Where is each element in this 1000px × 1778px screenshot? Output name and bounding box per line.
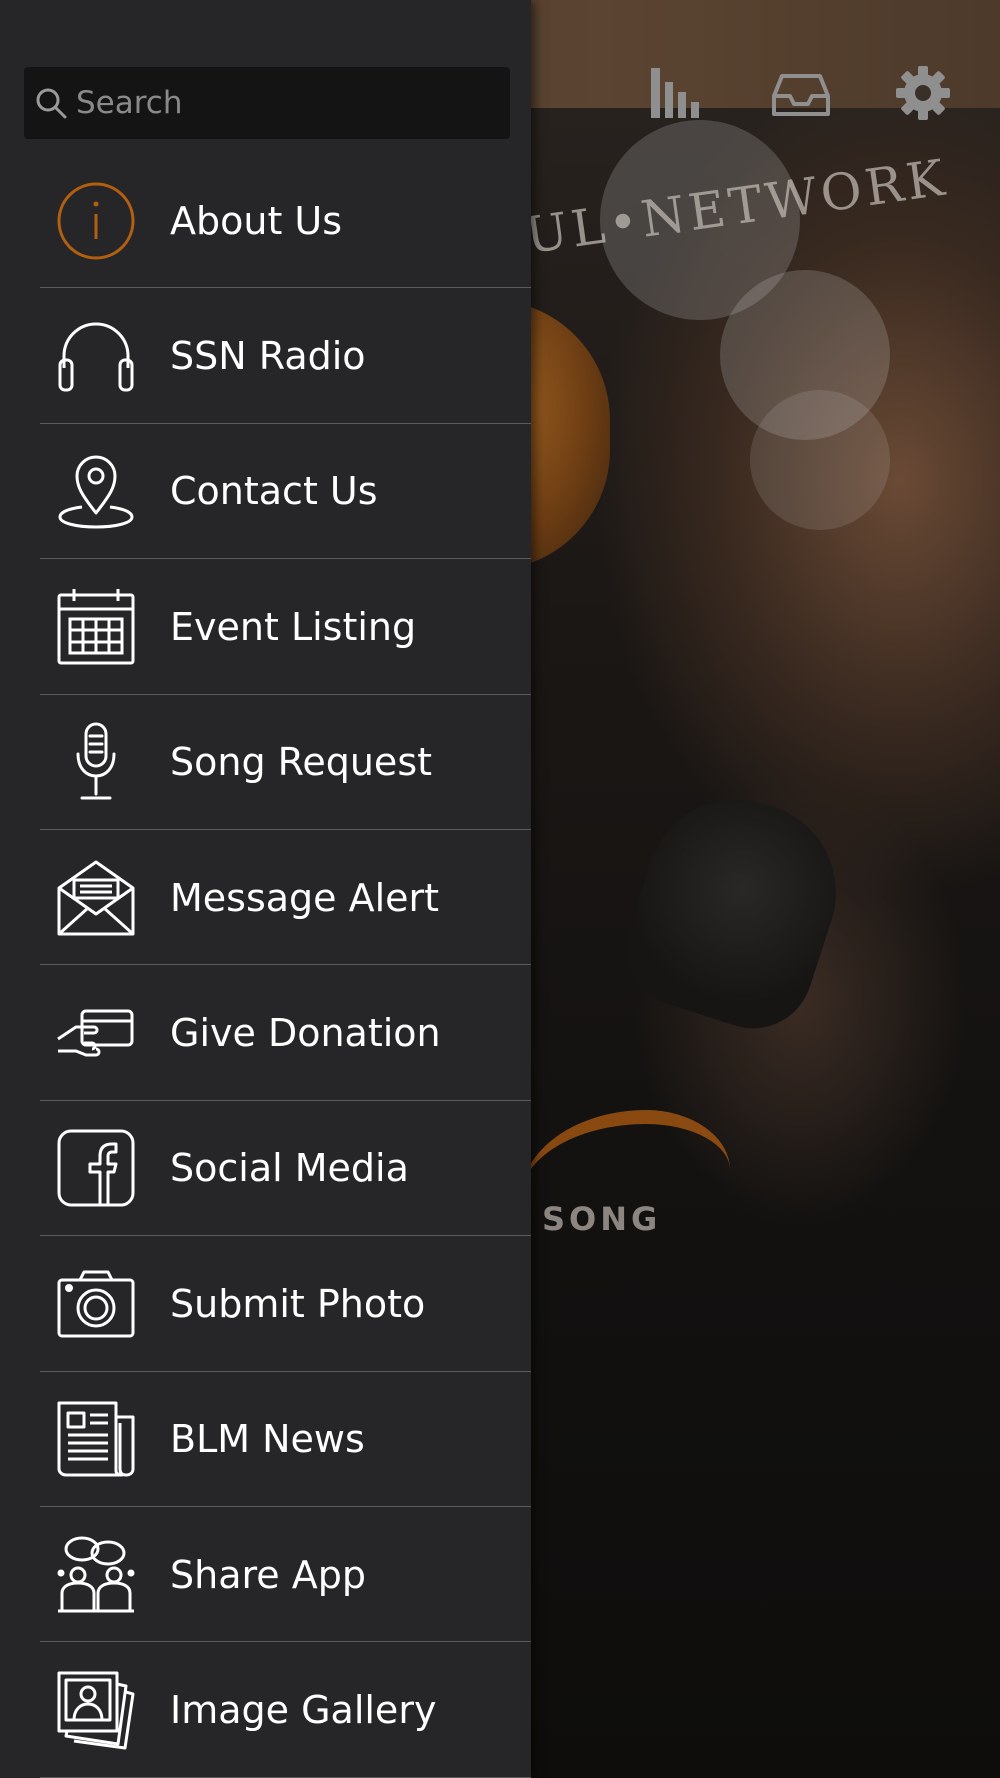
menu-item-label: Song Request	[170, 740, 433, 785]
search-input[interactable]	[76, 67, 510, 139]
calendar-icon	[56, 587, 136, 667]
menu-item-label: Message Alert	[170, 875, 440, 920]
newspaper-icon	[56, 1399, 136, 1479]
menu-item-song-request[interactable]: Song Request	[0, 695, 531, 831]
menu-item-image-gallery[interactable]: Image Gallery	[0, 1642, 531, 1778]
inbox-icon[interactable]	[770, 62, 832, 124]
menu-item-message-alert[interactable]: Message Alert	[0, 830, 531, 966]
menu-item-social-media[interactable]: Social Media	[0, 1101, 531, 1237]
menu-item-event-listing[interactable]: Event Listing	[0, 559, 531, 695]
hand-card-icon	[56, 993, 136, 1073]
menu-item-about-us[interactable]: About Us	[0, 153, 531, 289]
menu-item-label: Give Donation	[170, 1011, 441, 1056]
menu-item-label: Image Gallery	[170, 1687, 437, 1732]
menu-item-share-app[interactable]: Share App	[0, 1507, 531, 1643]
info-icon	[56, 181, 136, 261]
microphone-icon	[56, 722, 136, 802]
menu-item-label: BLM News	[170, 1417, 365, 1462]
menu-item-label: Social Media	[170, 1146, 409, 1191]
menu-item-label: Share App	[170, 1552, 366, 1597]
facebook-icon	[56, 1128, 136, 1208]
menu-item-label: Submit Photo	[170, 1281, 426, 1326]
navigation-drawer: About Us SSN Radio Contact Us	[0, 0, 531, 1778]
background-song-label: SONG	[542, 1200, 662, 1238]
menu-item-blm-news[interactable]: BLM News	[0, 1372, 531, 1508]
gear-icon[interactable]	[892, 62, 954, 124]
chat-people-icon	[56, 1535, 136, 1615]
drawer-menu: About Us SSN Radio Contact Us Event List…	[0, 153, 531, 1778]
search-bar[interactable]	[24, 67, 510, 139]
equalizer-icon[interactable]	[645, 62, 707, 124]
menu-item-ssn-radio[interactable]: SSN Radio	[0, 288, 531, 425]
camera-icon	[56, 1264, 136, 1344]
menu-item-label: Contact Us	[170, 469, 378, 514]
menu-item-label: About Us	[170, 198, 343, 243]
menu-item-label: Event Listing	[170, 604, 417, 649]
background-microphone	[610, 776, 860, 1044]
menu-item-label: SSN Radio	[170, 334, 366, 379]
envelope-icon	[56, 858, 136, 938]
headphones-icon	[56, 316, 136, 396]
bokeh-light	[750, 390, 890, 530]
search-icon	[36, 88, 67, 119]
menu-item-give-donation[interactable]: Give Donation	[0, 965, 531, 1102]
photo-gallery-icon	[56, 1670, 136, 1750]
map-pin-icon	[56, 451, 136, 531]
menu-item-submit-photo[interactable]: Submit Photo	[0, 1236, 531, 1372]
menu-item-contact-us[interactable]: Contact Us	[0, 424, 531, 560]
